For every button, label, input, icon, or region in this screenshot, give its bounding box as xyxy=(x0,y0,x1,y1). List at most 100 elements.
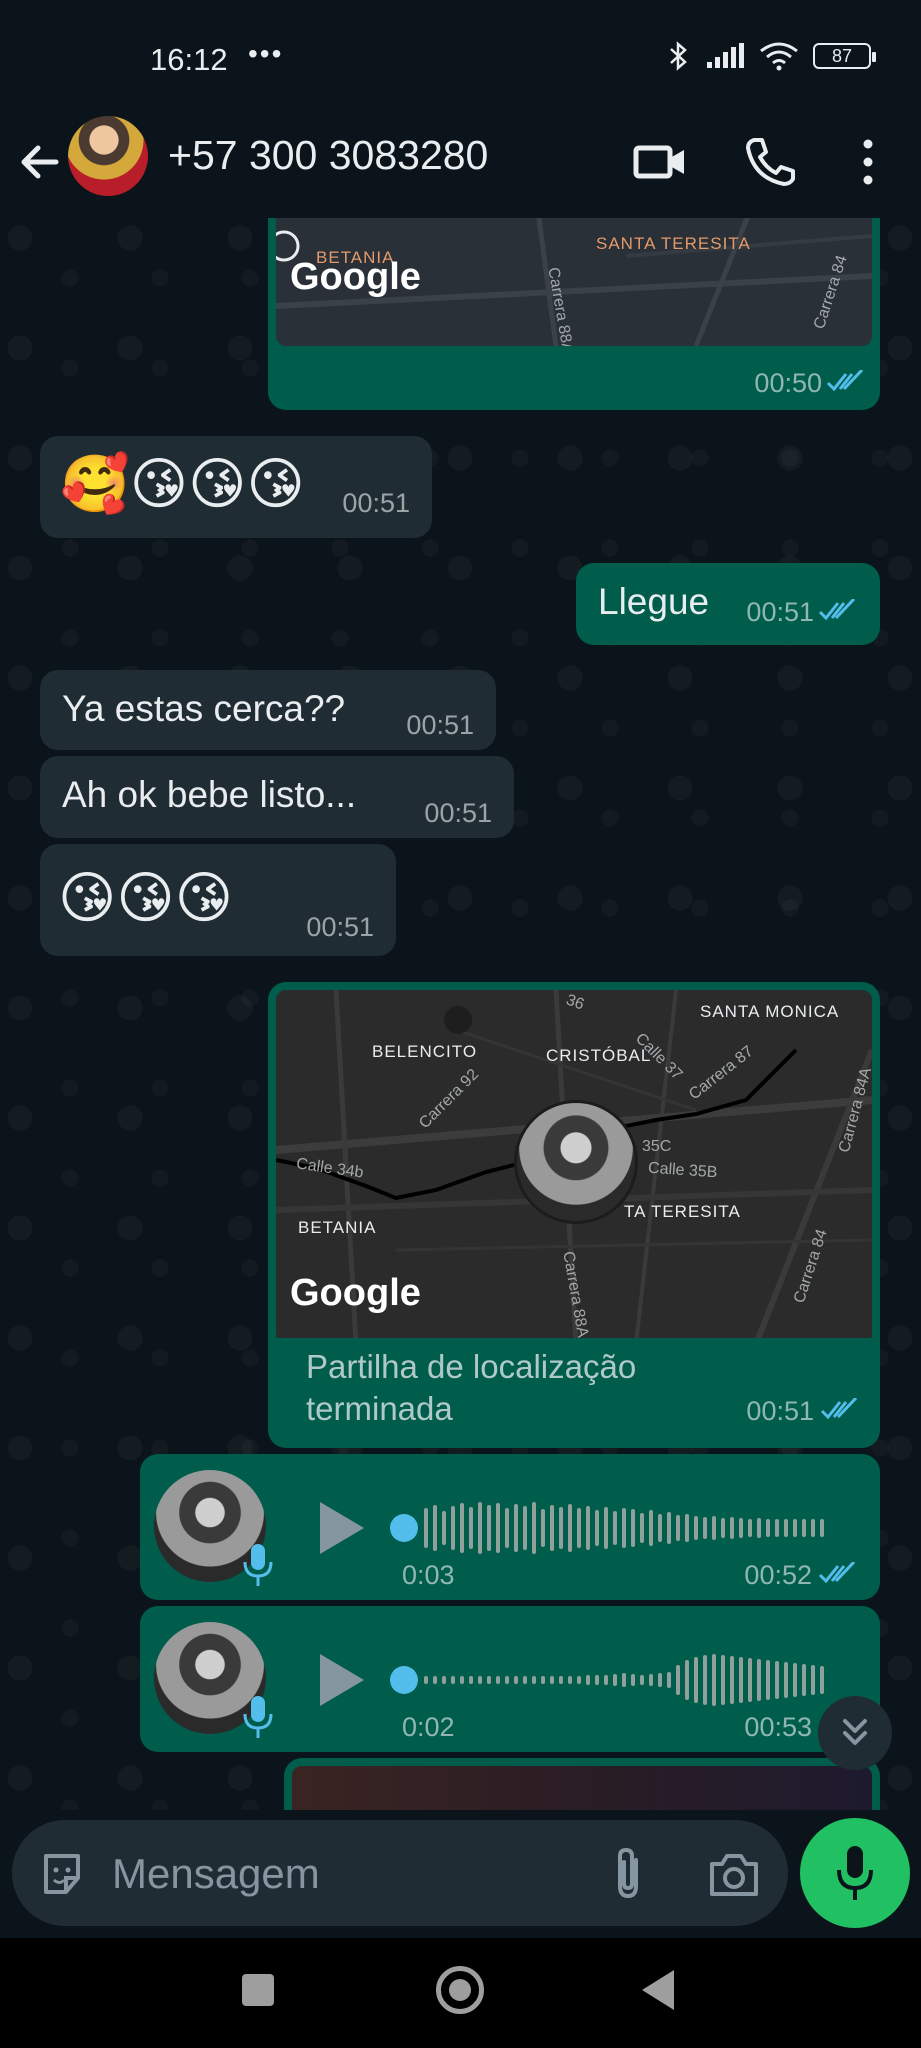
waveform-bar xyxy=(739,1657,743,1703)
waveform-bar xyxy=(757,1518,761,1538)
message-emoji-in[interactable]: 🥰😘😘😘 00:51 xyxy=(40,436,432,538)
voice-call-icon[interactable] xyxy=(740,132,800,192)
waveform-bar xyxy=(586,1506,590,1550)
message-input-placeholder: Mensagem xyxy=(112,1850,320,1897)
system-navigation-bar xyxy=(0,1938,921,2048)
read-receipt-icon xyxy=(826,370,864,392)
message-live-location-caption[interactable]: Partilha de localização terminada 00:51 xyxy=(268,1338,880,1448)
scroll-to-bottom-button[interactable] xyxy=(818,1696,892,1770)
message-time: 00:50 xyxy=(754,368,822,398)
back-arrow-icon[interactable] xyxy=(16,132,66,192)
waveform-bar xyxy=(514,1504,518,1552)
map-label: SANTA TERESITA xyxy=(596,234,751,253)
message-media-out-partial[interactable] xyxy=(284,1758,880,1810)
playback-position-dot[interactable] xyxy=(390,1666,418,1694)
message-voice-out[interactable]: 0:02 00:53 xyxy=(140,1606,880,1752)
message-voice-out[interactable]: 0:03 00:52 xyxy=(140,1454,880,1600)
waveform-bar xyxy=(595,1510,599,1546)
voice-duration: 0:02 xyxy=(402,1712,455,1742)
waveform-bar xyxy=(595,1675,599,1685)
message-text-in[interactable]: Ah ok bebe listo... 00:51 xyxy=(40,756,514,838)
waveform-bar xyxy=(676,1665,680,1695)
status-bar: 16:12 ••• 87 xyxy=(0,0,921,118)
waveform-bar xyxy=(766,1519,770,1537)
waveform-bar xyxy=(424,1508,428,1548)
message-text-in[interactable]: Ya estas cerca?? 00:51 xyxy=(40,670,496,750)
waveform-bar xyxy=(577,1676,581,1684)
home-button[interactable] xyxy=(436,1966,484,2014)
waveform-bar xyxy=(802,1664,806,1696)
message-emoji: 🥰😘😘😘 xyxy=(60,452,305,515)
waveform-bar xyxy=(613,1511,617,1545)
waveform-bar xyxy=(559,1676,563,1684)
waveform-bar xyxy=(604,1507,608,1549)
google-logo: Google xyxy=(290,1272,421,1314)
message-text-out[interactable]: Llegue 00:51 xyxy=(576,563,880,645)
double-chevron-down-icon xyxy=(843,1719,867,1745)
recents-button[interactable] xyxy=(242,1974,274,2006)
map-label: TA TERESITA xyxy=(624,1202,741,1221)
waveform-bar xyxy=(514,1676,518,1684)
waveform-bar xyxy=(442,1676,446,1684)
message-time: 00:51 xyxy=(406,710,474,740)
voice-duration: 0:03 xyxy=(402,1560,455,1590)
message-input[interactable]: Mensagem xyxy=(12,1820,788,1926)
waveform-bar xyxy=(487,1505,491,1551)
waveform-bar xyxy=(712,1516,716,1540)
record-voice-button[interactable] xyxy=(800,1818,910,1928)
waveform-bar xyxy=(721,1518,725,1538)
message-time: 00:51 xyxy=(424,798,492,828)
waveform-bar xyxy=(685,1660,689,1700)
waveform-bar xyxy=(622,1673,626,1687)
sticker-emoji-icon[interactable] xyxy=(38,1850,86,1898)
camera-icon[interactable] xyxy=(708,1850,760,1898)
waveform-bar xyxy=(442,1511,446,1545)
location-caption-line1: Partilha de localização xyxy=(306,1348,637,1385)
waveform-bar xyxy=(640,1675,644,1685)
waveform-bar xyxy=(469,1507,473,1549)
message-emoji-in[interactable]: 😘😘😘 00:51 xyxy=(40,844,396,956)
map-preview[interactable]: SANTA MONICA BELENCITO CRISTÓBAL BETANIA… xyxy=(276,990,872,1344)
contact-avatar[interactable] xyxy=(68,116,148,196)
playback-position-dot[interactable] xyxy=(390,1514,418,1542)
waveform-bar xyxy=(631,1674,635,1686)
waveform-bar xyxy=(775,1661,779,1699)
waveform-bar xyxy=(505,1508,509,1548)
map-preview[interactable]: BETANIA SANTA TERESITA Carrera 88A Carre… xyxy=(276,218,872,346)
waveform-bar xyxy=(649,1674,653,1686)
message-time: 00:53 xyxy=(744,1712,812,1742)
waveform-bar xyxy=(532,1676,536,1684)
back-button[interactable] xyxy=(642,1970,674,2010)
waveform-bar xyxy=(730,1656,734,1704)
contact-name[interactable]: +57 300 3083280 xyxy=(168,132,488,179)
waveform-bar xyxy=(694,1516,698,1540)
waveform-bar xyxy=(712,1654,716,1706)
chat-area[interactable]: BETANIA SANTA TERESITA Carrera 88A Carre… xyxy=(0,218,921,1810)
waveform-bar xyxy=(505,1676,509,1684)
waveform-bar xyxy=(451,1676,455,1684)
waveform-bar xyxy=(586,1675,590,1685)
microphone-badge-icon xyxy=(243,1544,273,1586)
message-location-out[interactable]: BETANIA SANTA TERESITA Carrera 88A Carre… xyxy=(268,218,880,410)
play-icon[interactable] xyxy=(320,1654,364,1706)
waveform-bar xyxy=(739,1518,743,1538)
waveform-bar xyxy=(757,1659,761,1701)
media-thumbnail[interactable] xyxy=(292,1766,872,1810)
waveform-bar xyxy=(460,1503,464,1553)
google-logo: Google xyxy=(290,256,421,298)
voice-waveform[interactable] xyxy=(424,1650,824,1710)
message-live-location-out[interactable]: SANTA MONICA BELENCITO CRISTÓBAL BETANIA… xyxy=(268,982,880,1429)
location-caption-line2: terminada xyxy=(306,1390,453,1427)
waveform-bar xyxy=(676,1515,680,1541)
map-label: BETANIA xyxy=(298,1218,377,1237)
waveform-bar xyxy=(496,1503,500,1553)
voice-waveform[interactable] xyxy=(424,1498,824,1558)
more-options-icon[interactable] xyxy=(838,132,898,192)
waveform-bar xyxy=(685,1514,689,1542)
attach-clip-icon[interactable] xyxy=(606,1846,650,1902)
video-call-icon[interactable] xyxy=(630,132,690,192)
message-time: 00:52 xyxy=(744,1560,812,1590)
play-icon[interactable] xyxy=(320,1502,364,1554)
signal-icon xyxy=(707,43,744,68)
waveform-bar xyxy=(766,1660,770,1700)
